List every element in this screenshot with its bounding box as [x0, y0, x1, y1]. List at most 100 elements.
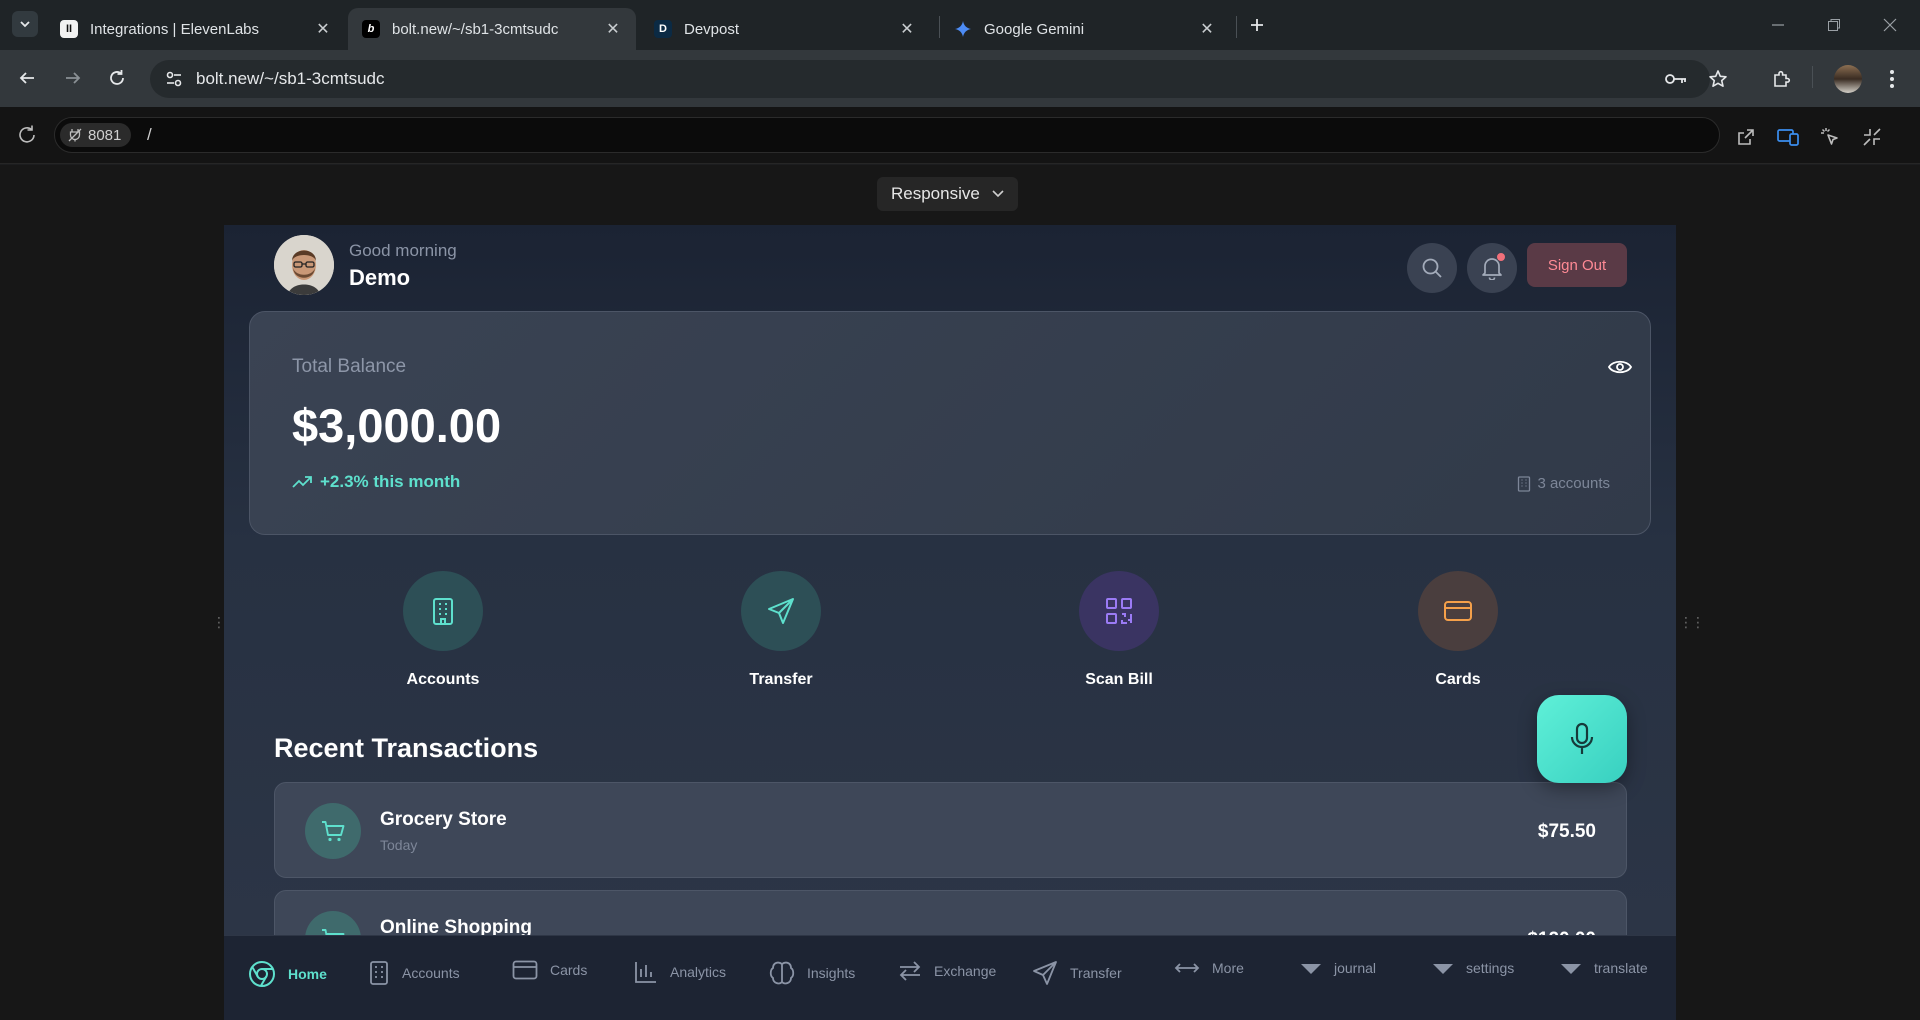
nav-settings[interactable]: settings [1432, 960, 1514, 976]
chevron-down-icon [992, 190, 1004, 198]
forward-button[interactable] [60, 65, 86, 91]
minimize-arrows-icon [1863, 128, 1881, 146]
nav-translate[interactable]: translate [1560, 960, 1648, 976]
tab-elevenlabs[interactable]: II Integrations | ElevenLabs ✕ [46, 8, 346, 50]
send-icon [1033, 961, 1057, 985]
quick-action-ring [741, 571, 821, 651]
close-icon[interactable]: ✕ [312, 18, 334, 40]
address-bar[interactable]: bolt.new/~/sb1-3cmtsudc [150, 60, 1710, 98]
reload-button[interactable] [104, 65, 130, 91]
caret-down-icon [1301, 964, 1321, 974]
plug-icon [68, 128, 82, 142]
tab-search-button[interactable] [12, 11, 38, 37]
caret-down-icon [1561, 964, 1581, 974]
eye-icon [1608, 360, 1632, 374]
profile-avatar[interactable] [1834, 65, 1862, 93]
preview-workspace: Responsive ⋮⋮ ⋮⋮ Good morning Demo [0, 165, 1920, 1020]
tab-bolt[interactable]: b bolt.new/~/sb1-3cmtsudc ✕ [348, 8, 636, 50]
nav-home[interactable]: Home [248, 960, 327, 988]
bookmark-button[interactable] [1706, 67, 1730, 91]
nav-journal[interactable]: journal [1300, 960, 1376, 976]
nav-label: settings [1466, 960, 1515, 976]
open-in-new-tab-button[interactable] [1734, 125, 1758, 149]
close-icon[interactable]: ✕ [896, 18, 918, 40]
quick-action-transfer[interactable]: Transfer [701, 571, 861, 689]
browser-menu-button[interactable] [1880, 67, 1904, 91]
nav-insights[interactable]: Insights [769, 960, 855, 986]
restore-window-button[interactable] [1822, 13, 1846, 37]
external-link-icon [1738, 129, 1754, 145]
key-icon [1665, 74, 1686, 84]
nav-exchange[interactable]: Exchange [898, 960, 996, 982]
user-name: Demo [349, 265, 411, 290]
trending-up-icon [292, 476, 312, 488]
quick-action-accounts[interactable]: Accounts [363, 571, 523, 689]
new-tab-button[interactable] [1245, 13, 1269, 37]
nav-label: Analytics [670, 964, 727, 980]
close-window-button[interactable] [1878, 13, 1902, 37]
tab-title: Devpost [684, 20, 740, 38]
notifications-button[interactable] [1467, 243, 1517, 293]
voice-assistant-button[interactable] [1537, 695, 1627, 783]
browser-tab-strip: II Integrations | ElevenLabs ✕ b bolt.ne… [0, 0, 1920, 50]
kebab-menu-icon [1890, 70, 1894, 88]
nav-label: Exchange [934, 963, 997, 979]
back-button[interactable] [14, 65, 40, 91]
viewport-mode-dropdown[interactable]: Responsive [877, 177, 1018, 211]
nav-cards[interactable]: Cards [512, 960, 587, 980]
transaction-row[interactable]: Grocery Store Today $75.50 [274, 782, 1627, 878]
tab-title: Google Gemini [984, 20, 1085, 38]
nav-label: Transfer [1070, 965, 1122, 981]
site-settings-icon[interactable] [164, 69, 184, 89]
reload-icon[interactable] [16, 124, 38, 146]
nav-label: Home [288, 966, 327, 982]
reload-icon [110, 70, 124, 85]
user-avatar[interactable] [274, 235, 334, 295]
close-icon[interactable]: ✕ [602, 18, 624, 40]
balance-amount: $3,000.00 [292, 399, 502, 452]
devpost-favicon-icon: D [654, 20, 672, 38]
exit-fullscreen-button[interactable] [1860, 125, 1884, 149]
sign-out-button[interactable]: Sign Out [1527, 243, 1627, 287]
password-key-button[interactable] [1664, 67, 1688, 91]
device-preview-button[interactable] [1776, 125, 1800, 149]
puzzle-icon [1774, 70, 1791, 87]
search-button[interactable] [1407, 243, 1457, 293]
nav-analytics[interactable]: Analytics [634, 960, 726, 984]
quick-action-label: Cards [1435, 671, 1481, 688]
transaction-amount: $75.50 [1537, 821, 1596, 842]
port-selector[interactable]: 8081 [60, 123, 132, 147]
building-icon [433, 598, 453, 625]
tab-devpost[interactable]: D Devpost ✕ [640, 8, 930, 50]
quick-action-label: Scan Bill [1085, 671, 1153, 688]
quick-action-label: Accounts [406, 671, 480, 688]
nav-label: Accounts [402, 965, 460, 981]
tab-title: bolt.new/~/sb1-3cmtsudc [392, 20, 559, 38]
minimize-window-button[interactable] [1766, 13, 1790, 37]
tab-gemini[interactable]: Google Gemini ✕ [940, 8, 1230, 50]
nav-accounts[interactable]: Accounts [368, 960, 460, 986]
bolt-favicon-icon: b [362, 20, 380, 38]
toggle-balance-visibility-button[interactable] [1608, 358, 1632, 376]
recent-transactions-title: Recent Transactions [274, 733, 539, 763]
bottom-navigation: Home Accounts Cards Analytics Insights E… [224, 935, 1676, 1020]
trend-text: +2.3% this month [320, 472, 461, 491]
preview-url-bar[interactable]: 8081 / [54, 117, 1720, 153]
close-icon[interactable]: ✕ [1196, 18, 1218, 40]
extensions-button[interactable] [1770, 67, 1794, 91]
toolbar-separator [1812, 66, 1813, 88]
quick-action-scan-bill[interactable]: Scan Bill [1039, 571, 1199, 689]
quick-action-cards[interactable]: Cards [1378, 571, 1538, 689]
quick-action-ring [403, 571, 483, 651]
element-inspector-button[interactable] [1818, 125, 1842, 149]
search-icon [1422, 258, 1442, 278]
minimize-icon [1772, 24, 1784, 26]
nav-label: Cards [550, 962, 588, 978]
elevenlabs-favicon-icon: II [60, 20, 78, 38]
resize-handle-right[interactable]: ⋮⋮ [1679, 614, 1705, 631]
microphone-icon [1570, 722, 1594, 754]
nav-more[interactable]: More [1174, 960, 1244, 976]
arrow-right-icon [66, 72, 81, 84]
nav-transfer[interactable]: Transfer [1032, 960, 1122, 986]
qr-code-icon [1106, 598, 1132, 624]
